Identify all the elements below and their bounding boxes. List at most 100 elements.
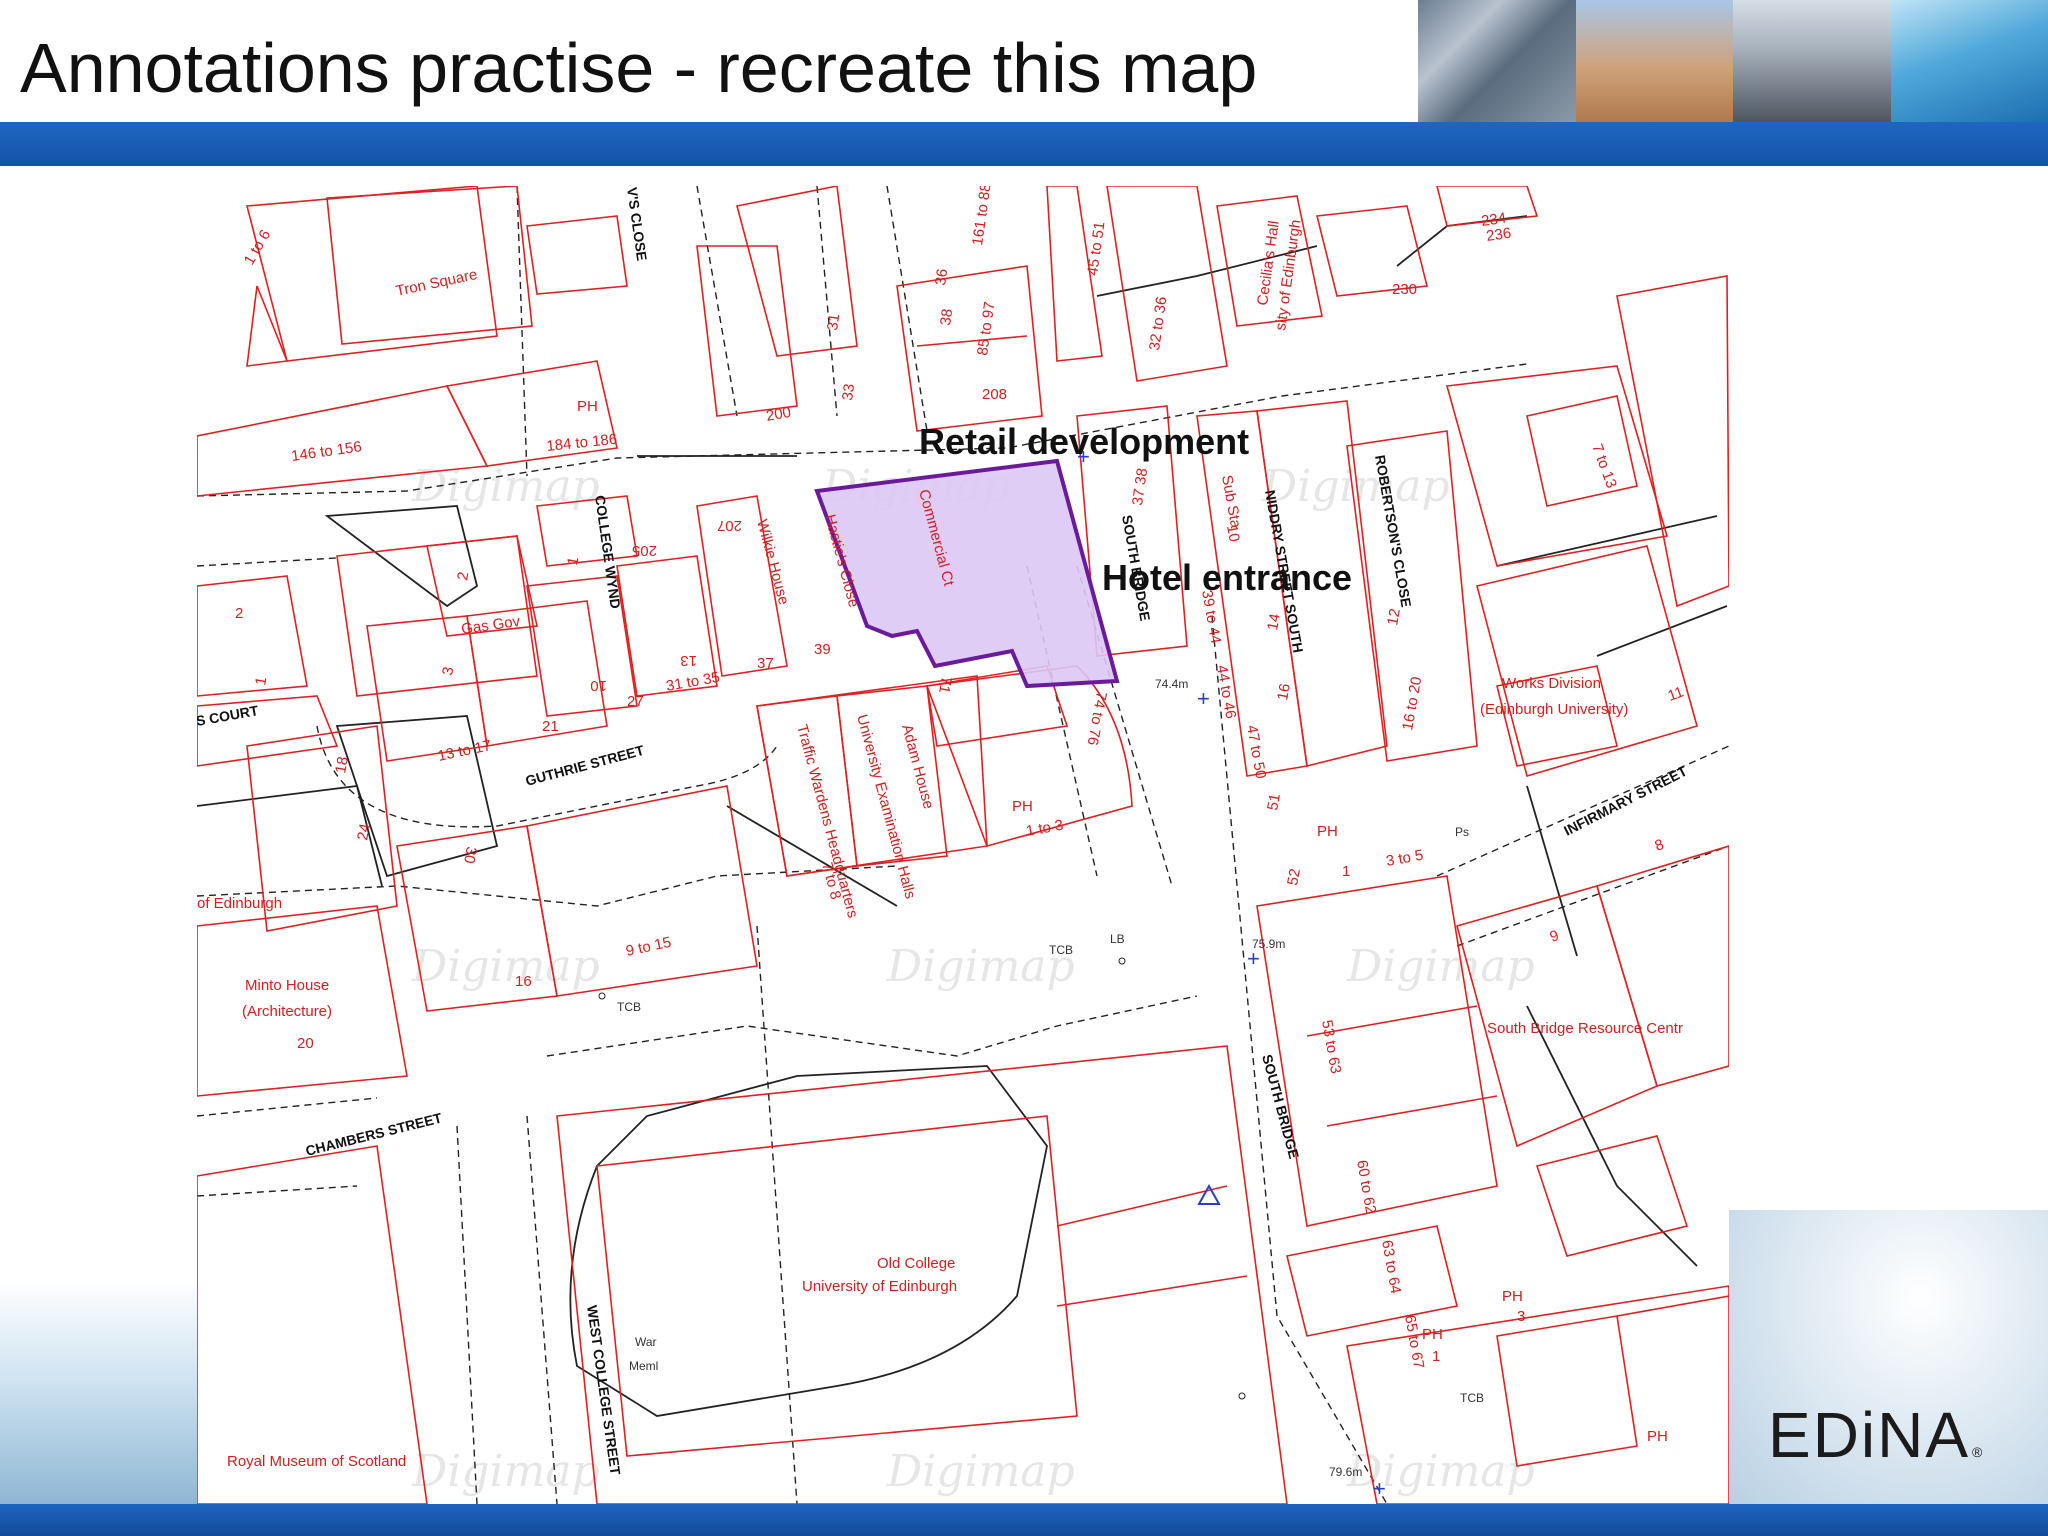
svg-text:32 to 36: 32 to 36 — [1146, 295, 1170, 351]
street-name: COLLEGE WYND — [592, 494, 624, 609]
svg-text:27: 27 — [627, 693, 644, 710]
street-name: INFIRMARY STREET — [1561, 762, 1690, 838]
digimap-watermark: Digimap — [411, 941, 600, 992]
svg-text:16: 16 — [515, 973, 532, 990]
svg-text:PH: PH — [1647, 1428, 1668, 1445]
slide-title: Annotations practise - recreate this map — [20, 29, 1258, 107]
footer-accent-bar — [0, 1504, 2048, 1536]
street-name: GUTHRIE STREET — [524, 742, 647, 789]
svg-text:TCB: TCB — [1049, 943, 1073, 957]
hotel-entrance-annotation: Hotel entrance — [1102, 557, 1352, 598]
svg-text:2: 2 — [235, 605, 243, 622]
svg-text:PH: PH — [577, 398, 598, 415]
street-name: S COURT — [197, 702, 260, 729]
svg-text:184 to 186: 184 to 186 — [546, 431, 618, 455]
svg-text:PH: PH — [1012, 798, 1033, 815]
svg-text:(Edinburgh University): (Edinburgh University) — [1480, 701, 1628, 718]
svg-text:63 to 64: 63 to 64 — [1378, 1239, 1404, 1295]
svg-text:24: 24 — [354, 822, 374, 841]
svg-text:146 to 156: 146 to 156 — [290, 438, 363, 465]
svg-text:75.9m: 75.9m — [1252, 937, 1285, 951]
svg-text:21: 21 — [542, 718, 559, 735]
svg-text:Sub Sta: Sub Sta — [1218, 474, 1244, 530]
svg-text:PH: PH — [1317, 823, 1338, 840]
banner-photo-strip — [1418, 0, 2048, 122]
svg-text:Tron Square: Tron Square — [394, 266, 479, 300]
svg-text:16 to 20: 16 to 20 — [1399, 675, 1425, 731]
digimap-watermark: Digimap — [1346, 941, 1535, 992]
svg-text:207: 207 — [717, 517, 742, 534]
svg-text:44 to 46: 44 to 46 — [1213, 664, 1239, 720]
building-outlines — [197, 186, 1729, 1504]
svg-text:1: 1 — [1342, 863, 1350, 880]
edina-logo: EDiNA ® — [1768, 1398, 1983, 1471]
svg-text:200: 200 — [765, 404, 793, 425]
os-map: .b{fill:none;stroke:#e02020;stroke-width… — [197, 186, 1729, 1504]
svg-text:1 to 3: 1 to 3 — [1025, 817, 1065, 840]
svg-text:PH: PH — [1502, 1288, 1523, 1305]
header-accent-bar — [0, 122, 2048, 166]
svg-text:31: 31 — [824, 313, 843, 332]
svg-text:51: 51 — [1264, 792, 1284, 811]
svg-text:38: 38 — [937, 308, 956, 327]
svg-text:South Bridge Resource Centr: South Bridge Resource Centr — [1487, 1020, 1683, 1037]
svg-text:University of Edinburgh: University of Edinburgh — [802, 1278, 957, 1295]
svg-text:13: 13 — [680, 652, 697, 669]
svg-text:71: 71 — [935, 675, 955, 694]
svg-text:Royal Museum of Scotland: Royal Museum of Scotland — [227, 1453, 406, 1470]
rock-formation-photo — [1575, 0, 1733, 122]
wall-lines — [197, 215, 1728, 1417]
city-aerial-photo — [1418, 0, 1576, 122]
svg-text:Adam House: Adam House — [898, 723, 937, 811]
svg-text:War: War — [635, 1335, 657, 1349]
svg-text:7 to 13: 7 to 13 — [1588, 442, 1620, 491]
svg-text:205: 205 — [632, 542, 657, 559]
svg-text:45 to 51: 45 to 51 — [1084, 220, 1108, 276]
svg-text:1: 1 — [564, 556, 582, 567]
svg-text:14: 14 — [1264, 612, 1284, 631]
svg-text:12: 12 — [1384, 607, 1404, 626]
svg-text:36: 36 — [932, 268, 951, 287]
registered-mark: ® — [1972, 1444, 1983, 1460]
svg-text:Old College: Old College — [877, 1255, 955, 1272]
edina-logo-text: EDiNA — [1768, 1399, 1971, 1471]
svg-text:3: 3 — [1517, 1308, 1525, 1325]
svg-text:Gas Gov: Gas Gov — [460, 613, 521, 638]
svg-text:11: 11 — [1666, 683, 1686, 704]
svg-text:53 to 63: 53 to 63 — [1318, 1019, 1344, 1075]
svg-text:Wilkie House: Wilkie House — [753, 518, 792, 607]
svg-text:37 38: 37 38 — [1129, 467, 1151, 507]
benchmark-icon: + — [1373, 1476, 1386, 1501]
ocean-wave-photo — [1890, 0, 2048, 122]
svg-text:3 to 5: 3 to 5 — [1385, 847, 1425, 870]
svg-text:31 to 35: 31 to 35 — [665, 669, 721, 695]
svg-text:13 to 17: 13 to 17 — [436, 737, 493, 765]
svg-text:Minto House: Minto House — [245, 977, 329, 994]
svg-text:1 to 6: 1 to 6 — [241, 227, 274, 268]
svg-text:8: 8 — [1653, 836, 1667, 855]
svg-text:TCB: TCB — [617, 1000, 641, 1014]
svg-text:9: 9 — [1548, 927, 1562, 946]
svg-text:PH: PH — [1422, 1326, 1443, 1343]
street-name: SOUTH BRIDGE — [1259, 1053, 1302, 1161]
svg-text:30: 30 — [460, 845, 480, 864]
svg-text:3: 3 — [439, 666, 457, 677]
svg-text:60 to 62: 60 to 62 — [1353, 1159, 1379, 1215]
svg-text:230: 230 — [1392, 281, 1417, 298]
svg-text:39: 39 — [814, 641, 831, 658]
letter-box-icon — [1118, 957, 1126, 965]
phone-box-icon — [1238, 1392, 1246, 1400]
svg-text:33: 33 — [839, 383, 858, 402]
background-water-decoration — [0, 1280, 200, 1504]
street-name: CHAMBERS STREET — [304, 1109, 444, 1159]
svg-text:Meml: Meml — [629, 1359, 658, 1373]
street-name: V'S CLOSE — [624, 186, 650, 262]
svg-text:79.6m: 79.6m — [1329, 1465, 1362, 1479]
svg-text:LB: LB — [1110, 932, 1125, 946]
os-map-svg: .b{fill:none;stroke:#e02020;stroke-width… — [197, 186, 1729, 1504]
retail-development-area[interactable] — [814, 458, 1120, 689]
benchmark-icon: + — [1197, 686, 1210, 711]
svg-text:9 to 15: 9 to 15 — [624, 934, 672, 960]
svg-text:85 to 97: 85 to 97 — [974, 300, 998, 356]
retail-development-annotation: Retail development — [919, 421, 1249, 462]
